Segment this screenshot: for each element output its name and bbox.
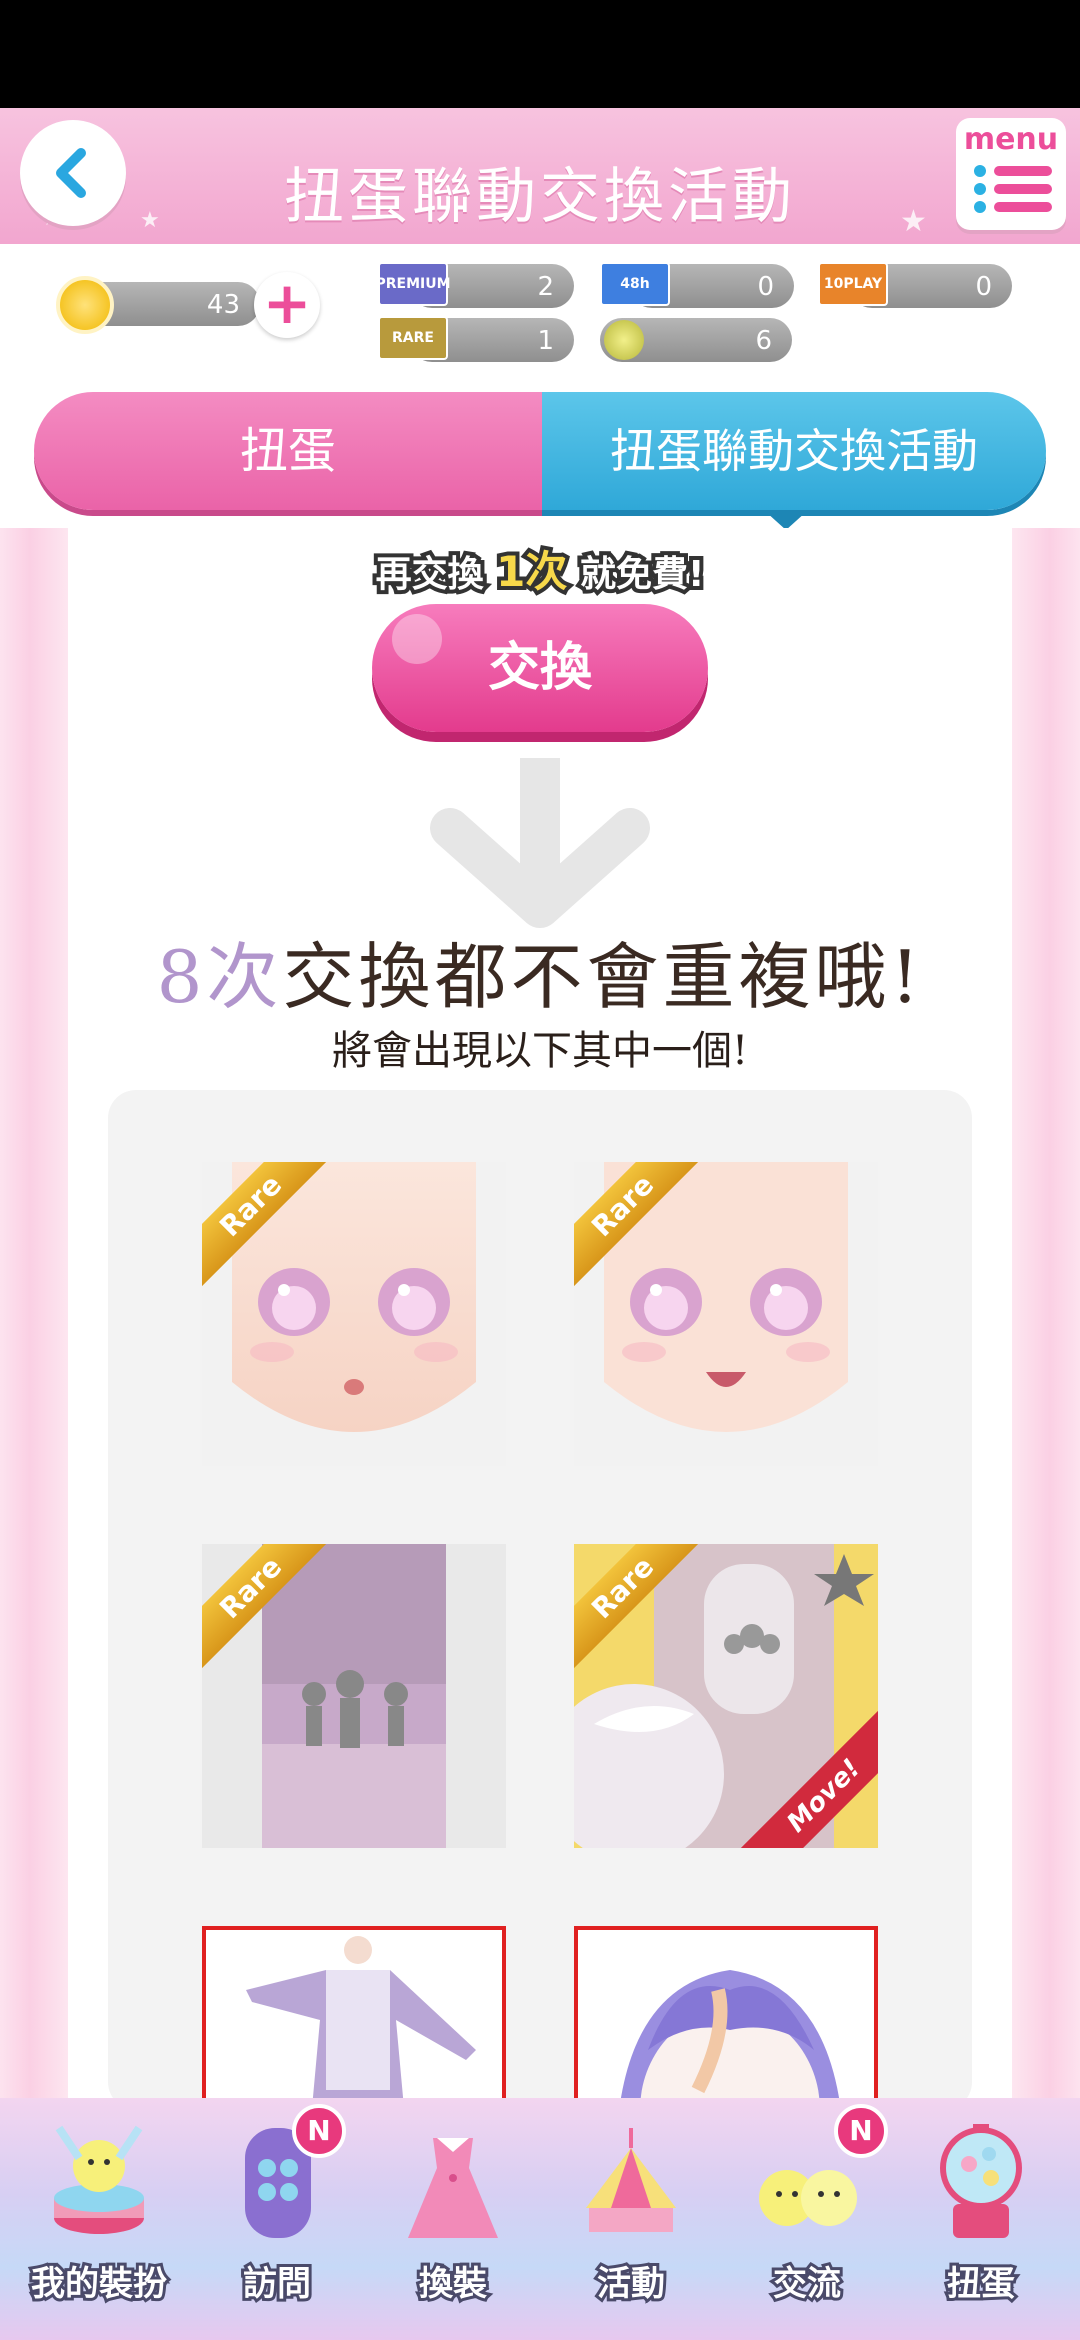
down-arrow-icon bbox=[430, 758, 650, 928]
free-note-count: 1次 bbox=[492, 543, 571, 600]
headline-count: 8次 bbox=[156, 935, 283, 1019]
main-content: 再交換 1次 就免費! 交換 8次交換都不會重複哦! 將會出現以下其中一個! R… bbox=[0, 528, 1080, 2230]
ticket-48h-icon: 48h bbox=[600, 262, 670, 306]
gacha-machine-icon bbox=[940, 2124, 1022, 2238]
tent-icon bbox=[586, 2128, 676, 2232]
headline-text: 交換都不會重複哦! bbox=[282, 935, 924, 1019]
free-note-suffix: 就免費! bbox=[576, 550, 708, 599]
exchange-button[interactable]: 交換 bbox=[372, 604, 708, 732]
coin-count: 43 bbox=[206, 290, 240, 320]
rare-ticket-count: 1 bbox=[537, 326, 554, 356]
currency-bar: 43 + 2 PREMIUM 0 48h 0 10PLAY 1 RARE 6 bbox=[0, 244, 1080, 378]
tab-gacha-exchange-event[interactable]: 扭蛋聯動交換活動 bbox=[542, 392, 1046, 510]
stage-icon bbox=[54, 2125, 144, 2234]
add-coins-button[interactable]: + bbox=[254, 272, 320, 338]
nav-label: 訪問 bbox=[240, 2261, 314, 2307]
exchange-button-label: 交換 bbox=[487, 638, 592, 698]
gem-count: 6 bbox=[755, 326, 772, 356]
premium-ticket-count: 2 bbox=[537, 272, 554, 302]
nav-label: 我的裝扮 bbox=[28, 2261, 170, 2307]
reward-subtitle: 將會出現以下其中一個! bbox=[331, 1028, 749, 1074]
bottom-nav: 我的裝扮 N 訪問 換裝 活動 N 交流 扭蛋 bbox=[0, 2098, 1080, 2340]
nav-label: 扭蛋 bbox=[944, 2261, 1018, 2307]
ticket-10play-icon: 10PLAY bbox=[818, 262, 888, 306]
new-badge: N bbox=[834, 2104, 888, 2158]
nav-my-outfit[interactable]: 我的裝扮 bbox=[14, 2098, 184, 2340]
nav-social[interactable]: N 交流 bbox=[722, 2098, 892, 2340]
free-exchange-note: 再交換 1次 就免費! bbox=[350, 543, 730, 600]
menu-button[interactable]: menu bbox=[956, 118, 1066, 230]
rare-ticket-icon: RARE bbox=[378, 316, 448, 360]
dress-icon bbox=[408, 2138, 498, 2238]
nav-dress-up[interactable]: 換裝 bbox=[368, 2098, 538, 2340]
gem-icon bbox=[604, 320, 644, 360]
tab-bar: 扭蛋 扭蛋聯動交換活動 bbox=[0, 378, 1080, 530]
nav-visit[interactable]: N 訪問 bbox=[192, 2098, 362, 2340]
ticket-10play-count: 0 bbox=[975, 272, 992, 302]
nav-label: 活動 bbox=[594, 2261, 668, 2307]
premium-ticket-icon: PREMIUM bbox=[375, 262, 451, 306]
new-badge: N bbox=[292, 2104, 346, 2158]
menu-label: menu bbox=[963, 122, 1059, 157]
coin-icon bbox=[56, 276, 114, 334]
reward-item-face-2[interactable]: Rare bbox=[574, 1162, 878, 1466]
nav-label: 換裝 bbox=[416, 2261, 490, 2307]
page-title: 扭蛋聯動交換活動 bbox=[284, 162, 796, 232]
tab-gacha[interactable]: 扭蛋 bbox=[34, 392, 542, 510]
reward-item-background-2[interactable]: Rare Move! bbox=[574, 1544, 878, 1848]
chevron-left-icon bbox=[56, 148, 86, 198]
ticket-48h-count: 0 bbox=[757, 272, 774, 302]
back-button[interactable] bbox=[20, 120, 126, 226]
status-bar bbox=[0, 0, 1080, 108]
free-note-prefix: 再交換 bbox=[372, 550, 488, 599]
star-decoration: ★ bbox=[900, 204, 927, 239]
nav-events[interactable]: 活動 bbox=[546, 2098, 716, 2340]
nav-label: 交流 bbox=[770, 2261, 844, 2307]
header-bar: ★ ★ ★ ★ 扭蛋聯動交換活動 menu bbox=[0, 108, 1080, 244]
no-duplicate-headline: 8次交換都不會重複哦! bbox=[60, 918, 1020, 1023]
reward-item-face-1[interactable]: Rare bbox=[202, 1162, 506, 1466]
nav-gacha[interactable]: 扭蛋 bbox=[896, 2098, 1066, 2340]
reward-grid: Rare Rare Rare Rare Move! bbox=[108, 1090, 972, 2230]
star-decoration: ★ bbox=[140, 208, 160, 233]
reward-item-background-1[interactable]: Rare bbox=[202, 1544, 506, 1848]
